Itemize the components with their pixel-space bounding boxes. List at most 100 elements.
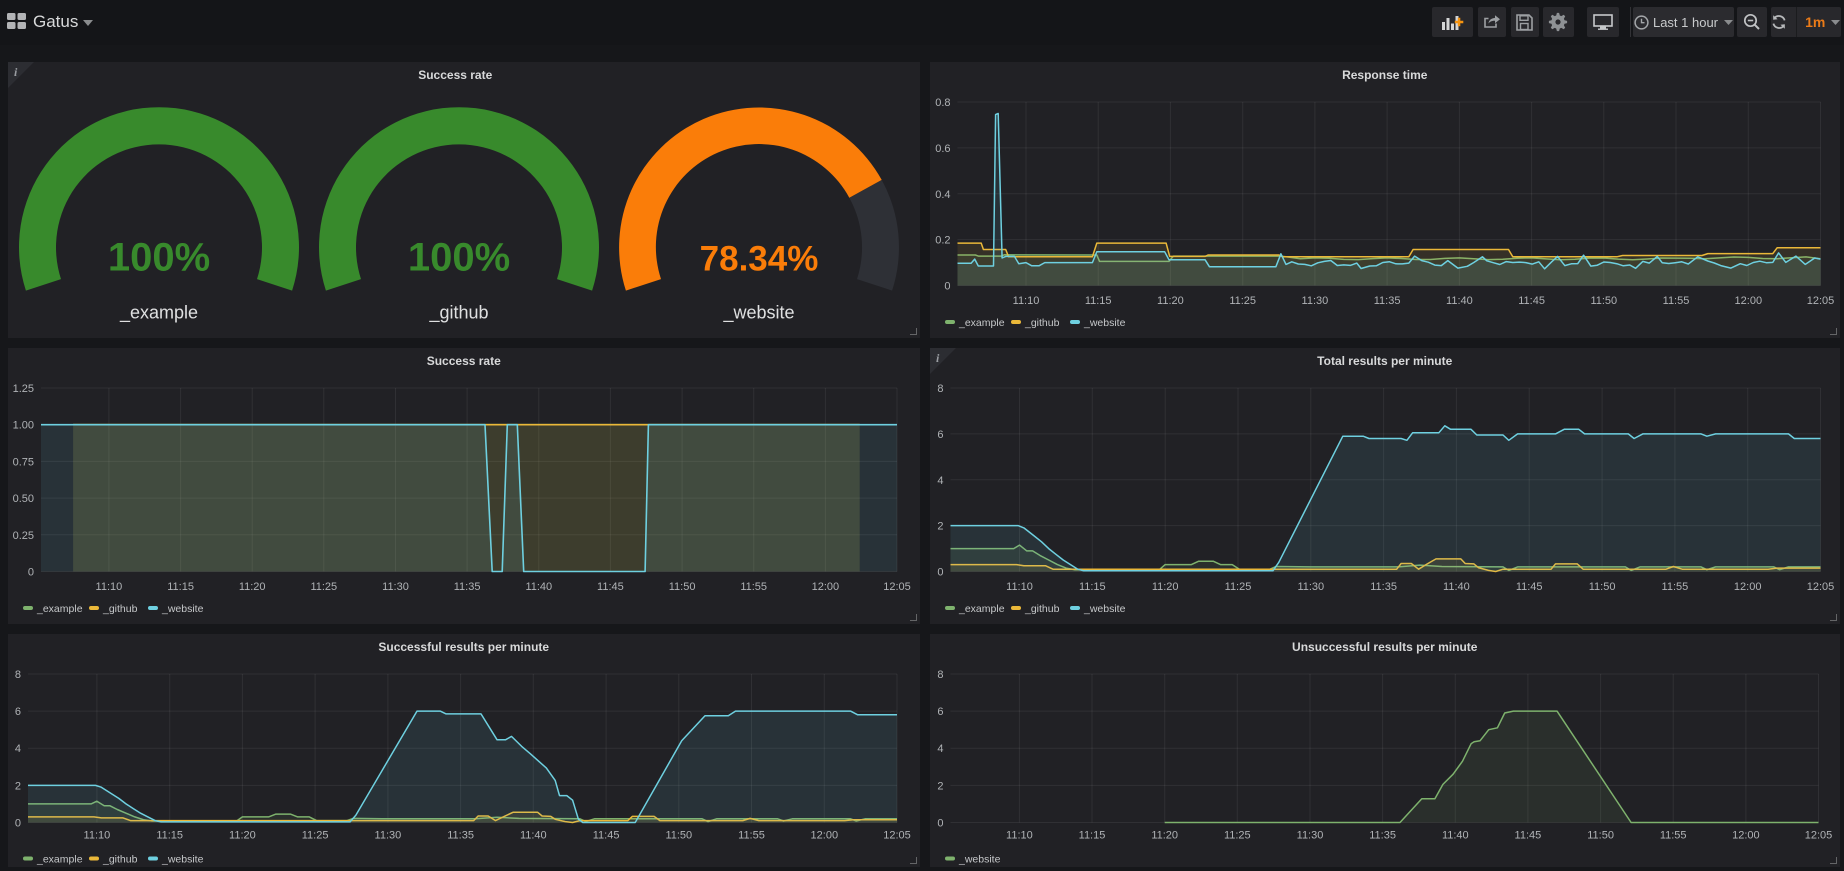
svg-text:11:10: 11:10 xyxy=(1006,829,1033,841)
svg-text:1.25: 1.25 xyxy=(13,383,34,395)
svg-text:6: 6 xyxy=(937,428,943,440)
svg-text:_example: _example xyxy=(119,302,198,323)
svg-text:11:50: 11:50 xyxy=(1590,295,1617,307)
svg-text:_website: _website xyxy=(1083,317,1126,329)
svg-text:_example: _example xyxy=(958,603,1005,615)
svg-text:0.6: 0.6 xyxy=(935,142,950,154)
svg-text:0: 0 xyxy=(28,566,34,578)
svg-text:12:00: 12:00 xyxy=(811,829,839,841)
svg-text:11:30: 11:30 xyxy=(1297,581,1324,593)
svg-text:100%: 100% xyxy=(408,235,510,279)
svg-text:11:45: 11:45 xyxy=(1518,295,1545,307)
svg-text:_website: _website xyxy=(958,853,1001,865)
svg-text:11:15: 11:15 xyxy=(1084,295,1111,307)
svg-text:_example: _example xyxy=(958,317,1005,329)
svg-text:12:05: 12:05 xyxy=(1806,581,1834,593)
svg-text:11:30: 11:30 xyxy=(382,581,409,593)
svg-text:0: 0 xyxy=(944,280,950,292)
svg-text:11:10: 11:10 xyxy=(1012,295,1039,307)
svg-text:8: 8 xyxy=(15,669,21,681)
svg-text:11:35: 11:35 xyxy=(447,829,474,841)
svg-text:100%: 100% xyxy=(108,235,210,279)
svg-text:12:00: 12:00 xyxy=(1732,829,1760,841)
svg-text:4: 4 xyxy=(937,474,943,486)
svg-text:11:45: 11:45 xyxy=(1515,581,1542,593)
svg-text:11:30: 11:30 xyxy=(1301,295,1328,307)
svg-text:78.34%: 78.34% xyxy=(700,239,819,278)
svg-text:11:45: 11:45 xyxy=(1514,829,1541,841)
svg-text:0.4: 0.4 xyxy=(935,188,950,200)
svg-text:4: 4 xyxy=(15,743,21,755)
svg-text:11:35: 11:35 xyxy=(454,581,481,593)
svg-text:11:10: 11:10 xyxy=(1006,581,1033,593)
svg-text:_website: _website xyxy=(161,603,204,615)
svg-text:11:40: 11:40 xyxy=(525,581,552,593)
svg-text:6: 6 xyxy=(15,706,21,718)
svg-text:_github: _github xyxy=(1024,317,1060,329)
svg-text:11:25: 11:25 xyxy=(1224,581,1251,593)
svg-text:11:55: 11:55 xyxy=(738,829,765,841)
svg-text:12:00: 12:00 xyxy=(812,581,840,593)
svg-text:11:15: 11:15 xyxy=(1078,581,1105,593)
svg-text:6: 6 xyxy=(937,706,943,718)
svg-text:0: 0 xyxy=(937,566,943,578)
svg-text:11:20: 11:20 xyxy=(229,829,256,841)
svg-text:_github: _github xyxy=(1024,603,1060,615)
svg-text:_github: _github xyxy=(102,853,138,865)
svg-text:12:05: 12:05 xyxy=(1804,829,1832,841)
svg-text:12:05: 12:05 xyxy=(883,581,911,593)
svg-text:11:55: 11:55 xyxy=(1661,581,1688,593)
svg-text:11:35: 11:35 xyxy=(1370,581,1397,593)
svg-text:11:20: 11:20 xyxy=(1151,581,1178,593)
svg-text:_website: _website xyxy=(722,302,794,323)
svg-text:11:40: 11:40 xyxy=(520,829,547,841)
svg-text:11:40: 11:40 xyxy=(1446,295,1473,307)
svg-text:11:20: 11:20 xyxy=(1151,829,1178,841)
svg-text:0.75: 0.75 xyxy=(13,456,34,468)
svg-text:_website: _website xyxy=(1083,603,1126,615)
svg-text:11:55: 11:55 xyxy=(1659,829,1686,841)
svg-text:11:50: 11:50 xyxy=(669,581,696,593)
svg-text:2: 2 xyxy=(937,520,943,532)
svg-text:12:00: 12:00 xyxy=(1734,295,1762,307)
svg-text:11:50: 11:50 xyxy=(665,829,692,841)
svg-text:4: 4 xyxy=(937,743,943,755)
svg-text:11:40: 11:40 xyxy=(1441,829,1468,841)
svg-text:11:10: 11:10 xyxy=(84,829,111,841)
svg-text:11:10: 11:10 xyxy=(96,581,123,593)
svg-text:0: 0 xyxy=(937,817,943,829)
svg-text:_github: _github xyxy=(102,603,138,615)
svg-text:11:55: 11:55 xyxy=(740,581,767,593)
svg-text:_website: _website xyxy=(161,853,204,865)
svg-text:11:15: 11:15 xyxy=(1078,829,1105,841)
svg-text:11:25: 11:25 xyxy=(310,581,337,593)
svg-text:11:30: 11:30 xyxy=(375,829,402,841)
svg-text:0.50: 0.50 xyxy=(13,493,34,505)
svg-text:0.8: 0.8 xyxy=(935,97,950,109)
svg-text:11:35: 11:35 xyxy=(1373,295,1400,307)
svg-text:8: 8 xyxy=(937,383,943,395)
svg-text:11:40: 11:40 xyxy=(1443,581,1470,593)
svg-text:12:00: 12:00 xyxy=(1733,581,1761,593)
svg-text:1.00: 1.00 xyxy=(13,419,34,431)
svg-text:2: 2 xyxy=(937,780,943,792)
svg-text:11:15: 11:15 xyxy=(167,581,194,593)
svg-text:11:45: 11:45 xyxy=(593,829,620,841)
svg-text:0: 0 xyxy=(15,817,21,829)
svg-text:0.25: 0.25 xyxy=(13,529,34,541)
svg-text:_example: _example xyxy=(36,603,83,615)
svg-text:12:05: 12:05 xyxy=(883,829,911,841)
svg-text:11:50: 11:50 xyxy=(1588,581,1615,593)
svg-text:0.2: 0.2 xyxy=(935,234,950,246)
svg-text:11:45: 11:45 xyxy=(597,581,624,593)
svg-text:11:20: 11:20 xyxy=(239,581,266,593)
svg-text:2: 2 xyxy=(15,780,21,792)
svg-text:11:25: 11:25 xyxy=(1223,829,1250,841)
svg-text:_github: _github xyxy=(428,302,488,323)
svg-text:11:25: 11:25 xyxy=(1229,295,1256,307)
svg-text:11:35: 11:35 xyxy=(1369,829,1396,841)
svg-text:8: 8 xyxy=(937,669,943,681)
svg-text:_example: _example xyxy=(36,853,83,865)
svg-text:11:30: 11:30 xyxy=(1296,829,1323,841)
svg-text:11:25: 11:25 xyxy=(302,829,329,841)
